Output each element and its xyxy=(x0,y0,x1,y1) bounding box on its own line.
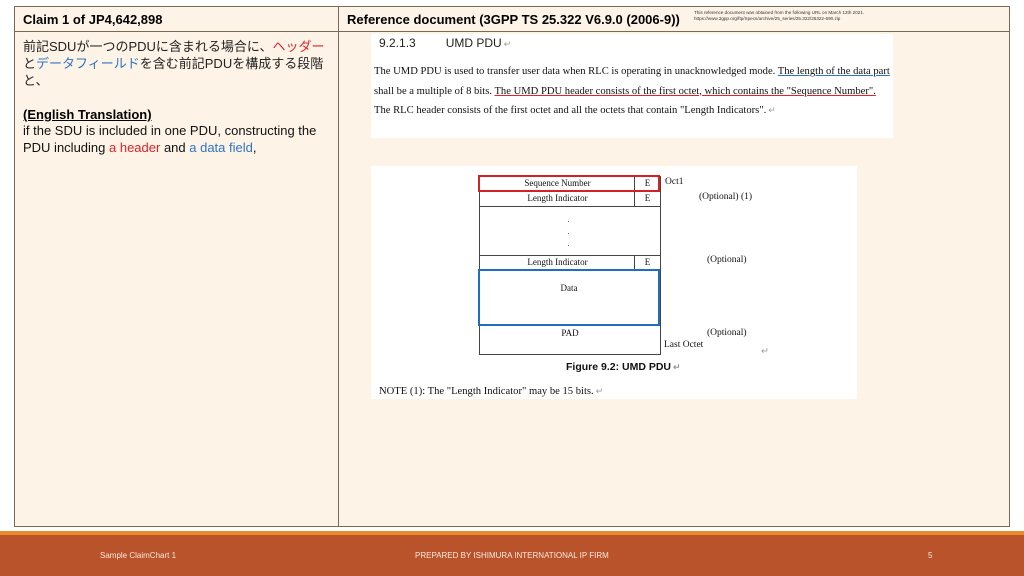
last-octet-label: Last Octet xyxy=(664,340,704,350)
optional-label: (Optional) xyxy=(707,255,747,265)
en-header-highlight: a header xyxy=(109,140,161,155)
return-mark: ↵ xyxy=(761,347,769,357)
figure-caption: Figure 9.2: UMD PDU ↵ xyxy=(566,361,681,373)
length-indicator-field: Length Indicator xyxy=(479,191,636,207)
footer-center-text: PREPARED BY ISHIMURA INTERNATIONAL IP FI… xyxy=(415,551,609,560)
slide: Claim 1 of JP4,642,898 Reference documen… xyxy=(0,0,1024,576)
ellipsis-dot: · xyxy=(567,228,570,238)
jp-header-highlight: ヘッダー xyxy=(272,39,325,54)
figure-note: NOTE (1): The "Length Indicator" may be … xyxy=(379,386,604,397)
data-part-underline: The length of the data part xyxy=(777,66,890,77)
reference-text-cell: 9.2.1.3 UMD PDU ↵ The UMD PDU is used to t… xyxy=(338,31,1010,527)
jp-datafield-highlight: データフィールド xyxy=(36,56,140,71)
reference-header-title: Reference document (3GPP TS 25.322 V6.9.… xyxy=(347,12,680,27)
footer-left-text: Sample ClaimChart 1 xyxy=(100,551,177,560)
claim-text-cell: 前記SDUが一つのPDUに含まれる場合に、ヘッダーとデータフィールドを含む前記P… xyxy=(14,31,339,527)
reference-paragraph: The UMD PDU is used to transfer user dat… xyxy=(374,66,890,116)
section-heading: 9.2.1.3 UMD PDU ↵ xyxy=(379,36,512,50)
claim-header-cell: Claim 1 of JP4,642,898 xyxy=(14,6,339,32)
claim-chart-table: Claim 1 of JP4,642,898 Reference documen… xyxy=(14,6,1010,527)
data-highlight-box xyxy=(478,269,660,326)
oct1-label: Oct1 xyxy=(665,177,684,187)
pad-field: PAD xyxy=(479,325,661,355)
header-highlight-box xyxy=(478,175,660,192)
page-number: 5 xyxy=(928,551,933,560)
optional-label: (Optional) xyxy=(707,328,747,338)
optional-1-label: (Optional) (1) xyxy=(699,192,753,202)
footer-bar: Sample ClaimChart 1 PREPARED BY ISHIMURA… xyxy=(0,535,1024,576)
reference-excerpt: 9.2.1.3 UMD PDU ↵ The UMD PDU is used to t… xyxy=(371,34,893,138)
ellipsis-dot: · xyxy=(567,216,570,226)
e-bit-field: E xyxy=(634,191,661,207)
source-url-note: This reference document was obtained fro… xyxy=(694,10,865,21)
translation-heading: (English Translation) xyxy=(23,107,152,122)
reference-header-cell: Reference document (3GPP TS 25.322 V6.9.… xyxy=(338,6,1010,32)
header-sentence-underline: The UMD PDU header consists of the first… xyxy=(494,85,876,97)
en-datafield-highlight: a data field xyxy=(189,140,253,155)
ellipsis-dot: · xyxy=(567,240,570,250)
claim-japanese-text: 前記SDUが一つのPDUに含まれる場合に、ヘッダーとデータフィールドを含む前記P… xyxy=(23,39,325,88)
claim-english-text: if the SDU is included in one PDU, const… xyxy=(23,123,317,155)
umd-pdu-figure: Sequence Number E Length Indicator E · ·… xyxy=(371,166,857,399)
claim-header-title: Claim 1 of JP4,642,898 xyxy=(23,12,163,27)
